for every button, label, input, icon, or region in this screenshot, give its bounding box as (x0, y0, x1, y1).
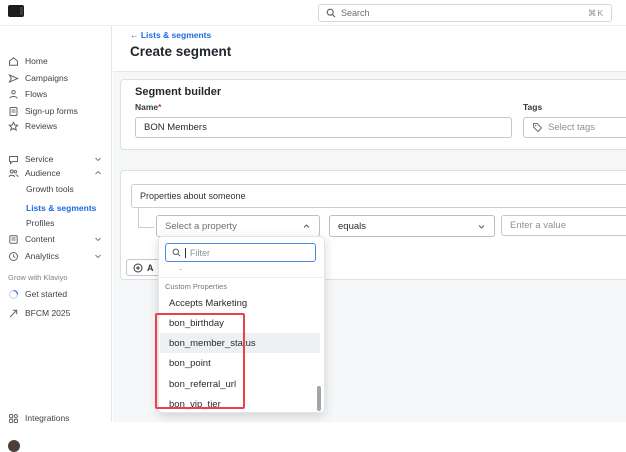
form-icon (8, 106, 19, 117)
property-select[interactable]: Select a property (156, 215, 320, 237)
chat-icon (8, 154, 19, 165)
sidebar-item-integrations[interactable]: Integrations (0, 410, 112, 426)
search-icon (326, 8, 336, 18)
dropdown-item-accepts-marketing[interactable]: Accepts Marketing (160, 293, 320, 313)
property-dropdown-panel: Filter - Custom Properties Accepts Marke… (158, 236, 325, 413)
tags-label: Tags (523, 102, 542, 112)
tree-connector (138, 227, 154, 228)
sidebar-item-lists-segments[interactable]: Lists & segments (0, 200, 112, 216)
dropdown-section-label: Custom Properties (165, 282, 227, 291)
sidebar-item-growth-tools[interactable]: Growth tools (0, 181, 112, 197)
sidebar-item-campaigns[interactable]: Campaigns (0, 70, 112, 86)
analytics-icon (8, 251, 19, 262)
content-icon (8, 234, 19, 245)
sidebar-item-audience[interactable]: Audience (0, 165, 112, 181)
dropdown-item-bon-vip-tier[interactable]: bon_vip_tier (160, 394, 320, 414)
send-icon (8, 73, 19, 84)
tree-connector (138, 208, 139, 227)
required-asterisk: * (158, 102, 161, 112)
people-icon (8, 168, 19, 179)
sidebar-item-signup-forms[interactable]: Sign-up forms (0, 103, 112, 119)
operator-select[interactable]: equals (329, 215, 495, 237)
dropdown-item-bon-point[interactable]: bon_point (160, 353, 320, 373)
dropdown-item-bon-birthday[interactable]: bon_birthday (160, 313, 320, 333)
account-avatar[interactable] (8, 440, 20, 452)
tag-icon (532, 122, 543, 133)
value-input[interactable]: Enter a value (501, 215, 626, 236)
sidebar-item-reviews[interactable]: Reviews (0, 118, 112, 134)
name-label: Name* (135, 102, 161, 112)
search-placeholder: Search (341, 8, 370, 18)
sidebar: Home Campaigns Flows Sign-up forms Revie… (0, 26, 112, 422)
home-icon (8, 56, 19, 67)
sidebar-item-flows[interactable]: Flows (0, 86, 112, 102)
sidebar-item-bfcm-2025[interactable]: BFCM 2025 (0, 305, 112, 321)
progress-circle-icon (8, 289, 19, 300)
segment-builder-card: Segment builder Name* BON Members Tags S… (120, 79, 626, 150)
top-bar: Search ⌘K (0, 0, 626, 26)
tags-input[interactable]: Select tags (523, 117, 626, 138)
card-title: Segment builder (135, 86, 221, 98)
chevron-down-icon (94, 235, 102, 243)
filter-input[interactable]: Filter (165, 243, 316, 262)
flows-icon (8, 89, 19, 100)
name-input[interactable]: BON Members (135, 117, 512, 138)
grow-with-klaviyo-label: Grow with Klaviyo (8, 273, 68, 282)
sidebar-item-profiles[interactable]: Profiles (0, 215, 112, 231)
search-shortcut: ⌘K (588, 8, 604, 19)
text-cursor (185, 248, 186, 258)
sidebar-item-home[interactable]: Home (0, 53, 112, 69)
divider (160, 277, 324, 278)
trend-arrow-icon (8, 308, 19, 319)
chevron-up-icon (302, 222, 311, 231)
page-title: Create segment (130, 44, 231, 59)
dropdown-item-bon-referral-url[interactable]: bon_referral_url (160, 374, 320, 394)
dropdown-scrollbar[interactable] (317, 386, 321, 411)
sidebar-item-analytics[interactable]: Analytics (0, 248, 112, 264)
plus-circle-icon (133, 263, 143, 273)
star-icon (8, 121, 19, 132)
sidebar-item-get-started[interactable]: Get started (0, 286, 112, 302)
chevron-down-icon (94, 155, 102, 163)
sidebar-item-content[interactable]: Content (0, 231, 112, 247)
search-icon (172, 248, 181, 257)
condition-group-header[interactable]: Properties about someone (131, 184, 626, 208)
search-input[interactable]: Search ⌘K (318, 4, 612, 22)
breadcrumb-lists-segments[interactable]: ← Lists & segments (130, 30, 211, 40)
chevron-up-icon (94, 169, 102, 177)
chevron-down-icon (477, 222, 486, 231)
chevron-down-icon (94, 252, 102, 260)
klaviyo-logo-icon[interactable] (8, 5, 24, 17)
partial-scrolled-item[interactable]: - (179, 264, 319, 276)
dropdown-item-bon-member-status[interactable]: bon_member_status (160, 333, 320, 353)
